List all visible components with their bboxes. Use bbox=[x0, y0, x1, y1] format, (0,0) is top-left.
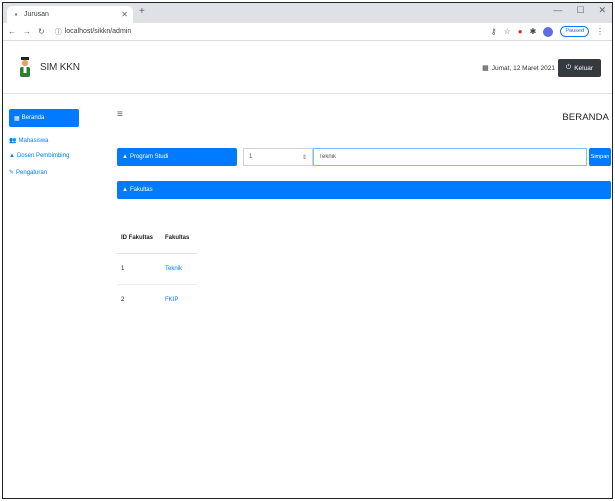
date-text: Jumat, 12 Maret 2021 bbox=[491, 64, 555, 72]
search-field[interactable] bbox=[313, 148, 587, 166]
dashboard-icon: ▦ bbox=[14, 115, 20, 122]
table-row: 2 FKIP bbox=[117, 284, 198, 315]
fakultas-header-bar: ▲ Fakultas bbox=[117, 181, 611, 199]
close-icon[interactable]: ✕ bbox=[121, 10, 128, 19]
sidebar-item-label: Beranda bbox=[21, 115, 45, 121]
chevron-updown-icon: ⇕ bbox=[301, 154, 307, 161]
sidebar-item-label: Mahasiswa bbox=[18, 137, 49, 144]
window-close-icon[interactable]: ✕ bbox=[598, 5, 606, 16]
app-brand[interactable]: SIM KKN bbox=[40, 62, 80, 73]
sidebar-item-beranda[interactable]: ▦ Beranda bbox=[9, 109, 79, 127]
cell-id: 2 bbox=[117, 284, 162, 315]
sidebar: ▦ Beranda 👥 Mahasiswa ▲ Dosen Pembimbing… bbox=[3, 95, 83, 495]
fakultas-header-text: Fakultas bbox=[129, 187, 153, 193]
user-icon: ▲ bbox=[122, 154, 128, 160]
logout-button[interactable]: ⏻ Keluar bbox=[558, 59, 601, 77]
hamburger-menu-icon[interactable]: ≡ bbox=[117, 109, 123, 120]
sidebar-item-mahasiswa[interactable]: 👥 Mahasiswa bbox=[9, 137, 49, 145]
browser-window: ▪ Jurusan ✕ + — ☐ ✕ ← → ↻ ⓘ localhost/si… bbox=[2, 2, 613, 499]
table-row: 1 Teknik bbox=[117, 253, 198, 285]
search-input[interactable] bbox=[319, 154, 586, 160]
info-icon[interactable]: ⓘ bbox=[55, 27, 62, 37]
power-icon: ⏻ bbox=[566, 64, 572, 71]
date-display: ▦ Jumat, 12 Maret 2021 bbox=[482, 64, 555, 73]
sidebar-item-label: Pengaturan bbox=[16, 169, 48, 176]
forward-arrow-icon[interactable]: → bbox=[23, 27, 31, 36]
id-select[interactable]: 1 ⇕ bbox=[243, 148, 313, 166]
tab-strip: ▪ Jurusan ✕ + — ☐ ✕ bbox=[3, 3, 612, 23]
sidebar-item-pengaturan[interactable]: ✎ Pengaturan bbox=[9, 169, 48, 177]
address-bar: ← → ↻ ⓘ localhost/sikkn/admin ⚷ ☆ ● ✱ Pa… bbox=[3, 23, 612, 41]
extension-icon[interactable]: ● bbox=[518, 27, 523, 36]
maximize-icon[interactable]: ☐ bbox=[576, 5, 584, 16]
browser-tab[interactable]: ▪ Jurusan ✕ bbox=[7, 6, 133, 23]
tab-title: Jurusan bbox=[24, 11, 49, 18]
program-studi-label: ▲ Program Studi bbox=[117, 148, 237, 166]
puzzle-icon[interactable]: ✱ bbox=[530, 27, 537, 36]
column-header-id: ID Fakultas bbox=[117, 227, 162, 254]
nav-buttons: ← → ↻ bbox=[8, 27, 45, 36]
select-value: 1 bbox=[249, 154, 253, 160]
star-icon[interactable]: ☆ bbox=[504, 27, 511, 36]
kebab-menu-icon[interactable]: ⋮ bbox=[596, 27, 604, 36]
logout-label: Keluar bbox=[574, 64, 593, 72]
pencil-icon: ✎ bbox=[9, 170, 15, 176]
cell-fakultas-link[interactable]: FKIP bbox=[161, 284, 198, 315]
back-arrow-icon[interactable]: ← bbox=[8, 27, 16, 36]
user-tie-icon: ▲ bbox=[9, 153, 15, 159]
user-icon: ▲ bbox=[122, 187, 128, 193]
column-header-fakultas: Fakultas bbox=[161, 227, 198, 254]
minimize-icon[interactable]: — bbox=[553, 5, 562, 16]
page-title: BERANDA bbox=[562, 112, 609, 123]
extension-toolbar: ⚷ ☆ ● ✱ Paused ⋮ bbox=[491, 26, 604, 37]
window-controls: — ☐ ✕ bbox=[553, 5, 606, 16]
profile-status-badge[interactable]: Paused bbox=[560, 26, 589, 37]
program-studi-text: Program Studi bbox=[129, 154, 169, 160]
cell-id: 1 bbox=[117, 253, 162, 285]
url-text: localhost/sikkn/admin bbox=[64, 28, 132, 35]
reload-icon[interactable]: ↻ bbox=[38, 27, 45, 36]
profile-avatar-icon[interactable] bbox=[543, 26, 554, 37]
document-icon: ▪ bbox=[14, 10, 18, 19]
student-avatar-icon bbox=[20, 57, 30, 77]
app-header: SIM KKN ▦ Jumat, 12 Maret 2021 ⏻ Keluar bbox=[3, 42, 612, 94]
sidebar-item-dosen-pembimbing[interactable]: ▲ Dosen Pembimbing bbox=[9, 153, 69, 159]
key-icon[interactable]: ⚷ bbox=[491, 27, 497, 36]
simpan-button[interactable]: Simpan bbox=[589, 148, 611, 166]
cell-fakultas-link[interactable]: Teknik bbox=[161, 253, 198, 285]
sidebar-item-label: Dosen Pembimbing bbox=[16, 153, 70, 159]
users-icon: 👥 bbox=[9, 138, 17, 144]
url-field[interactable]: ⓘ localhost/sikkn/admin bbox=[55, 27, 132, 37]
plus-icon[interactable]: + bbox=[139, 6, 145, 17]
calendar-icon: ▦ bbox=[482, 65, 489, 72]
fakultas-table: ID Fakultas Fakultas 1 Teknik 2 FKIP bbox=[117, 227, 198, 315]
